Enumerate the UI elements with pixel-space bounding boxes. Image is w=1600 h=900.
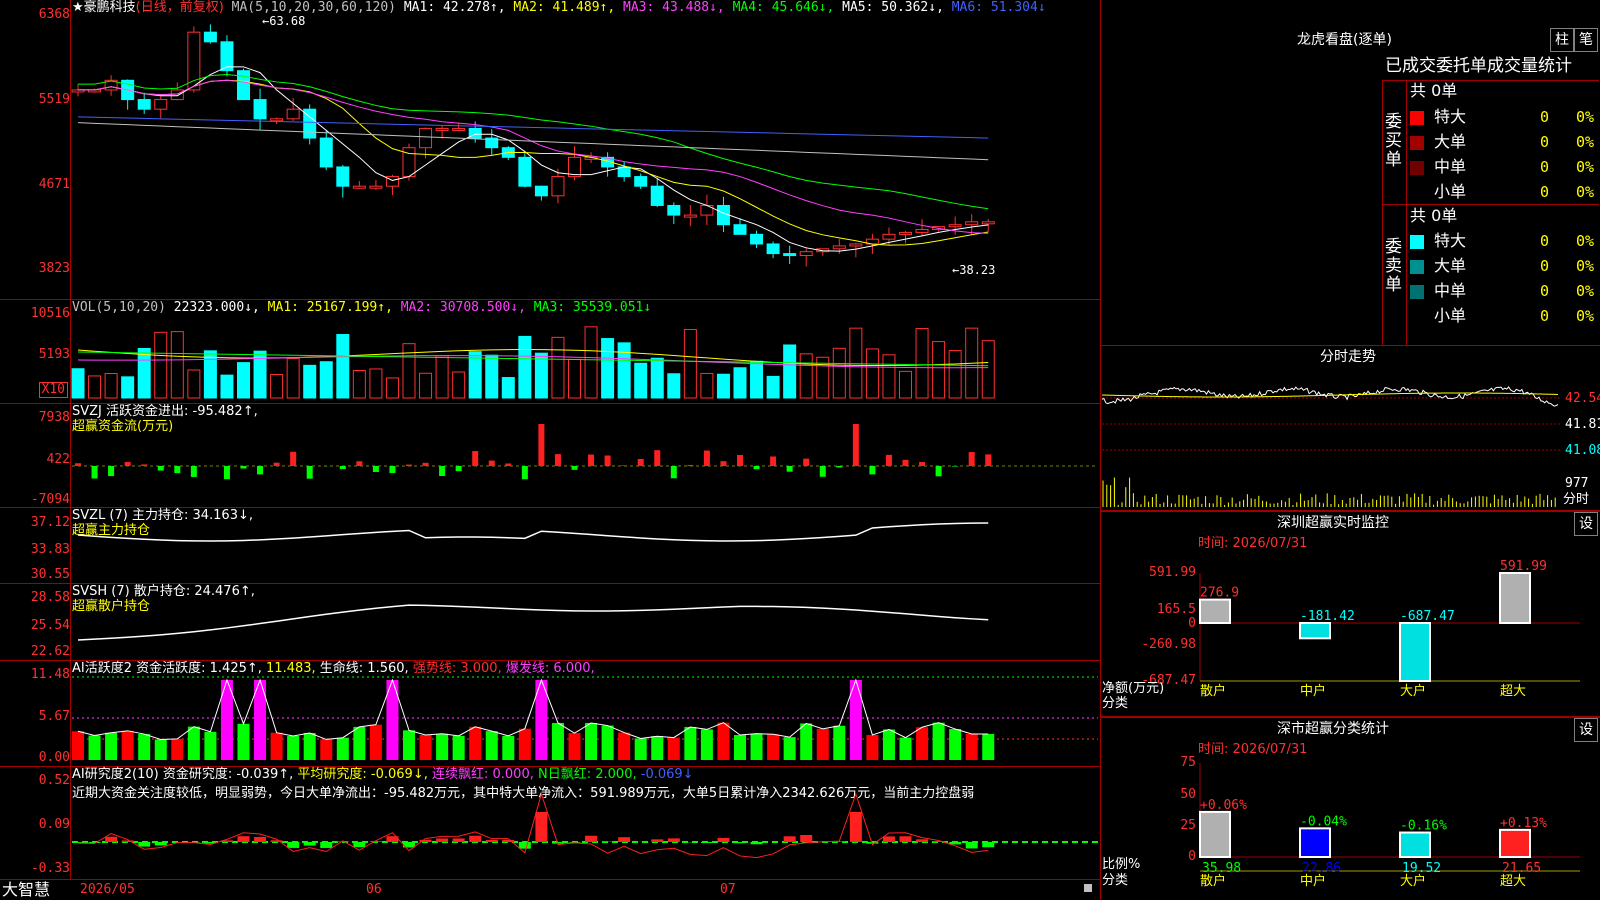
bar-value-label: -0.04%	[1300, 814, 1347, 829]
bar-total-label: 22.86	[1302, 861, 1341, 876]
bar-total-label: 35.98	[1202, 861, 1241, 876]
category-bar	[1199, 810, 1231, 859]
bar-value-label: +0.13%	[1500, 816, 1547, 831]
bar-value-label: -0.16%	[1400, 819, 1447, 834]
bar-total-label: 19.52	[1402, 861, 1441, 876]
sh-stats-chart: +0.06%散户-0.04%中户-0.16%大户+0.13%超大35.98 22.…	[1199, 763, 1580, 889]
category-label: 超大	[1500, 874, 1526, 889]
category-bar	[1299, 827, 1331, 859]
category-bar	[1399, 831, 1431, 858]
bar-total-label: 21.65	[1502, 861, 1541, 876]
bar-value-label: +0.06%	[1200, 798, 1247, 813]
category-bar	[1499, 828, 1531, 859]
